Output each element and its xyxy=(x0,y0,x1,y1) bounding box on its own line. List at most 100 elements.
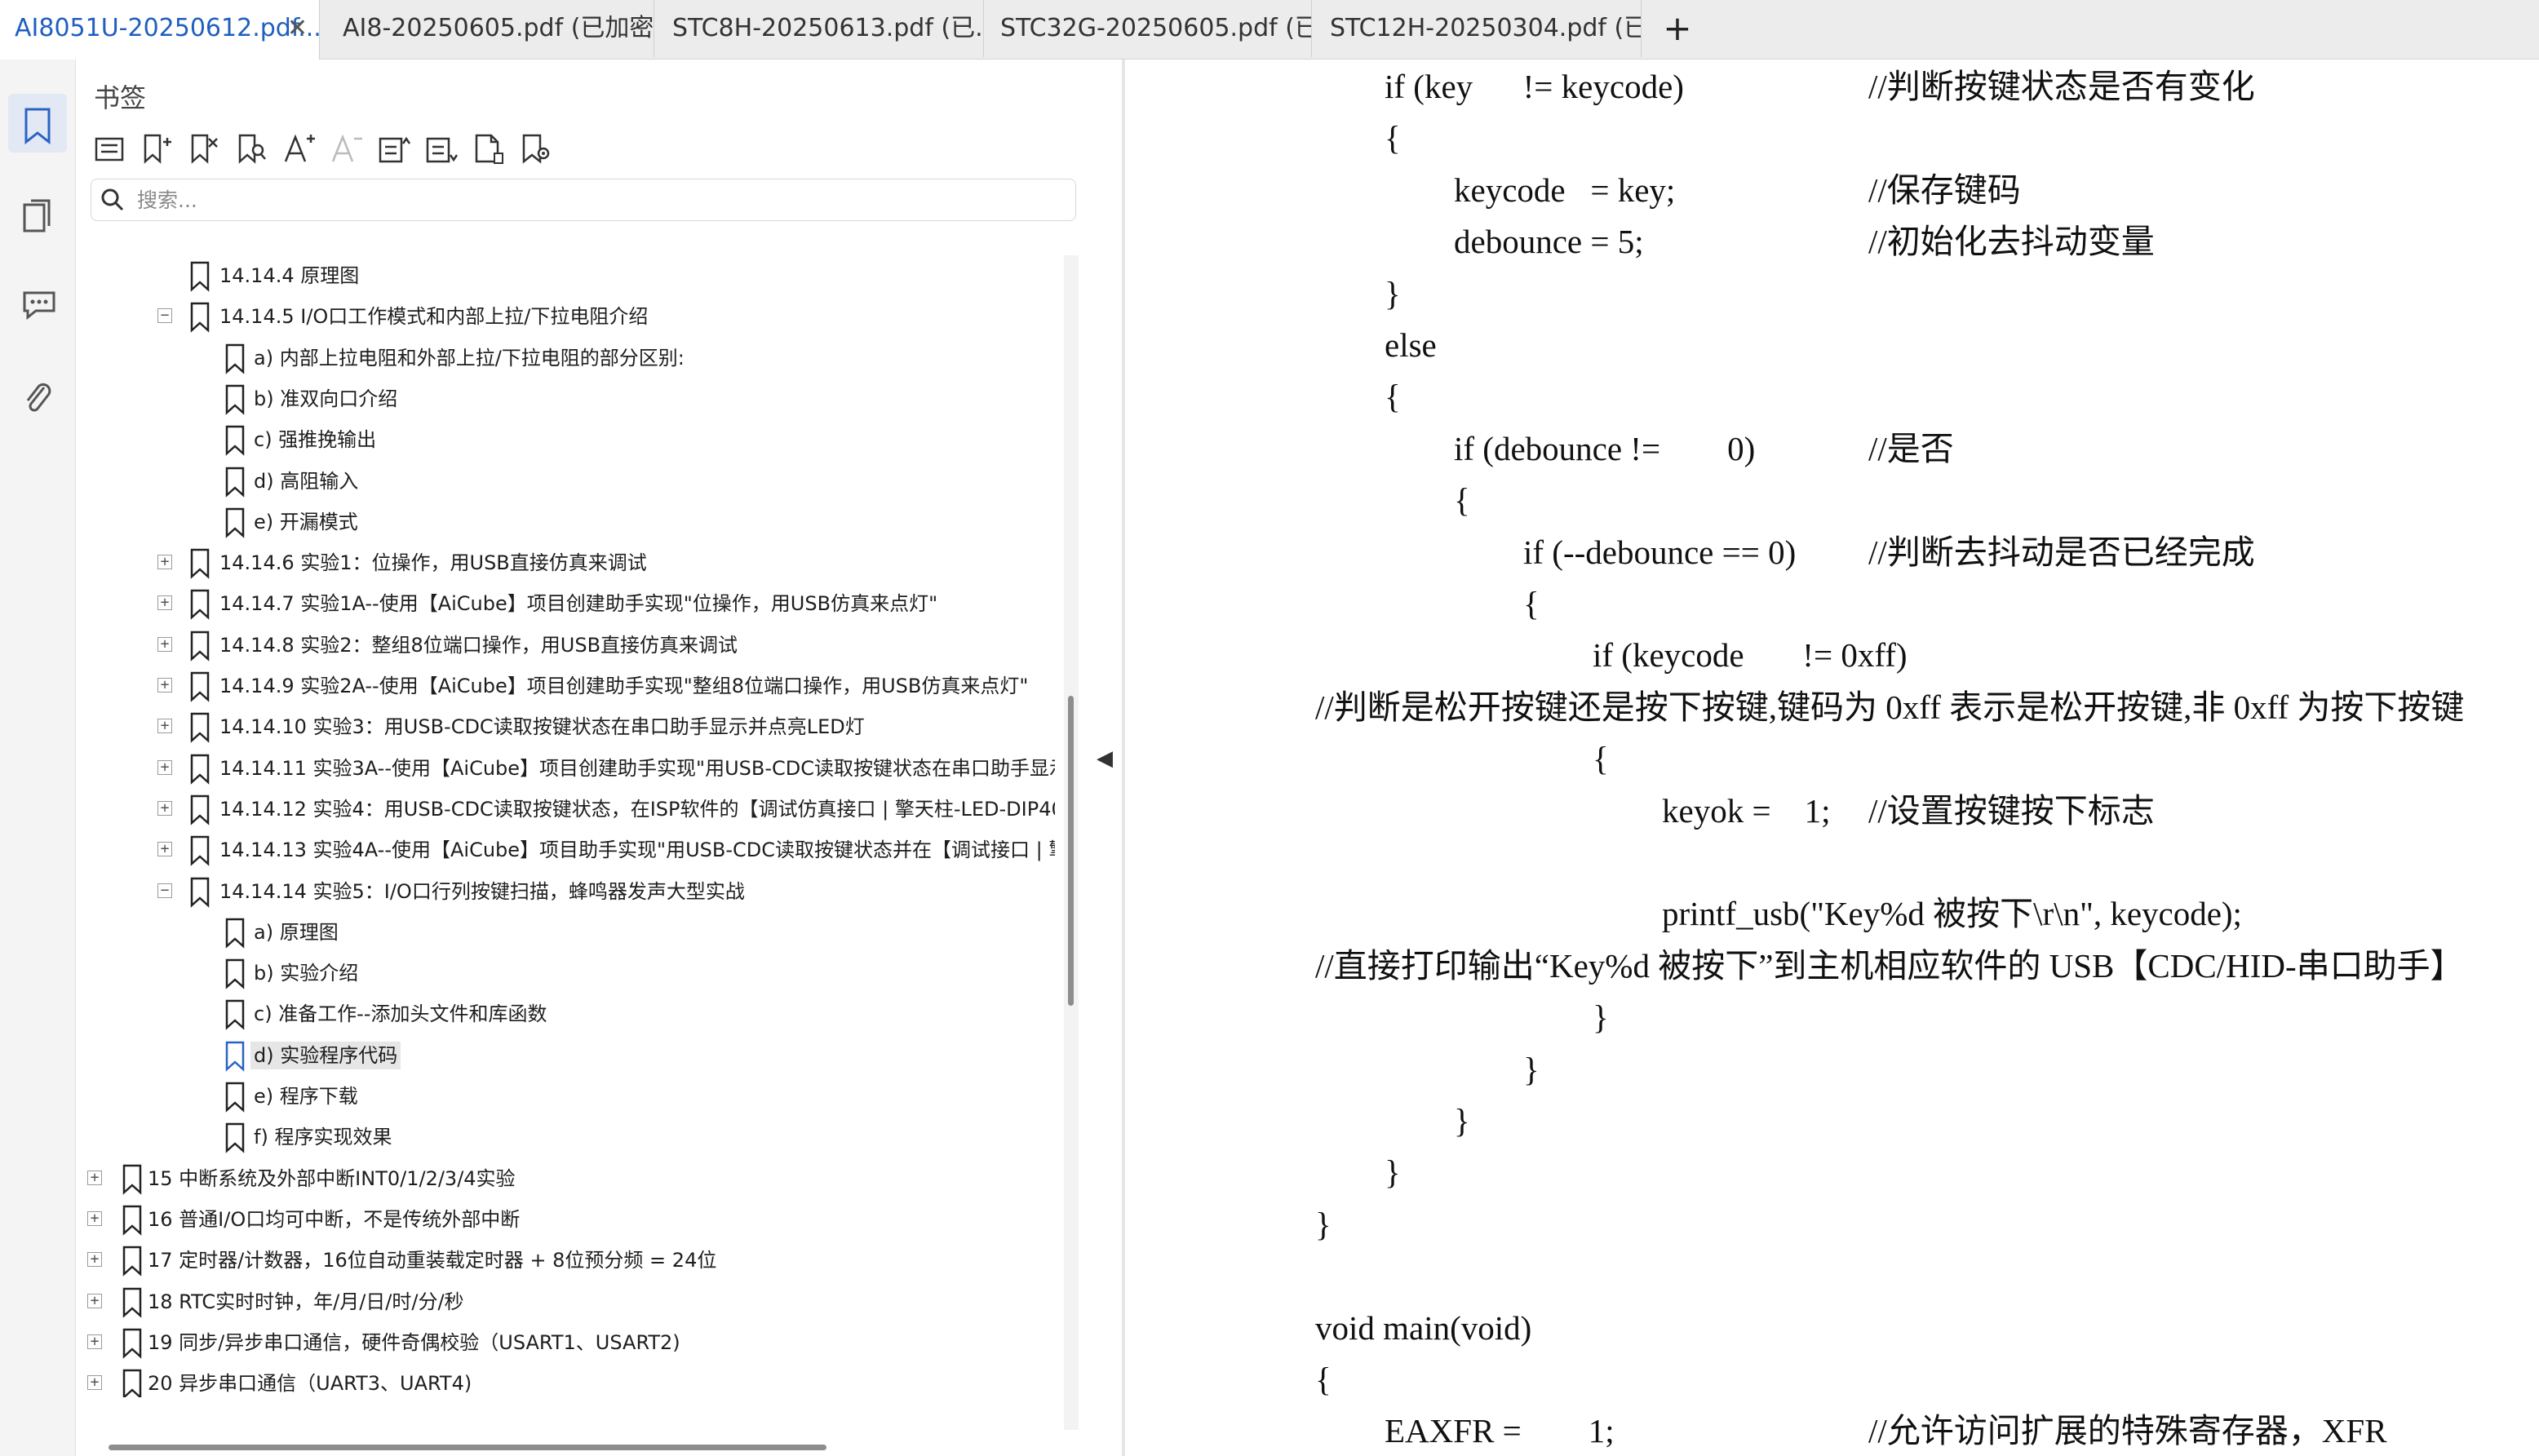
bookmark-item[interactable]: 14.14.4 原理图 xyxy=(76,255,1055,296)
add-tab-button[interactable]: + xyxy=(1661,0,1694,57)
bookmark-icon xyxy=(224,507,246,538)
code-comment: //设置按键按下标志 xyxy=(1868,791,2155,830)
tab-stc8h[interactable]: STC8H-20250613.pdf (已... xyxy=(658,0,984,57)
code-line: } xyxy=(1385,274,1401,312)
vertical-scroll-thumb[interactable] xyxy=(1068,696,1074,1006)
expand-icon[interactable]: + xyxy=(157,636,172,652)
bookmark-label: b) 准双向口介绍 xyxy=(254,387,398,410)
bookmark-label: 14.14.6 实验1：位操作，用USB直接仿真来调试 xyxy=(219,551,647,575)
tab-ai8[interactable]: AI8-20250605.pdf (已加密) xyxy=(328,0,654,57)
bookmark-item[interactable]: +14.14.8 实验2：整组8位端口操作，用USB直接仿真来调试 xyxy=(76,625,1055,666)
code-line: } xyxy=(1315,1205,1332,1243)
bookmark-item[interactable]: b) 实验介绍 xyxy=(76,953,1055,994)
code-line: printf_usb("Key%d 被按下\r\n", keycode); xyxy=(1662,895,2242,933)
collapse-icon[interactable]: − xyxy=(157,883,172,898)
expand-icon[interactable]: + xyxy=(87,1375,102,1391)
expand-icon[interactable]: + xyxy=(157,842,172,857)
bookmark-icon xyxy=(224,918,246,949)
close-tab-icon[interactable]: ✕ xyxy=(287,0,308,57)
tab-stc12h[interactable]: STC12H-20250304.pdf (已... xyxy=(1315,0,1642,57)
bookmark-label: 14.14.8 实验2：整组8位端口操作，用USB直接仿真来调试 xyxy=(219,633,738,657)
bookmark-item[interactable]: +14.14.7 实验1A--使用【AiCube】项目创建助手实现"位操作，用U… xyxy=(76,583,1055,624)
delete-bookmark-icon[interactable] xyxy=(184,128,224,169)
bookmark-icon xyxy=(189,835,210,866)
tab-stc32g[interactable]: STC32G-20250605.pdf (已... xyxy=(986,0,1312,57)
code-line: { xyxy=(1593,740,1609,778)
bookmark-item[interactable]: +20 异步串口通信（UART3、UART4) xyxy=(76,1363,1055,1397)
bookmark-item[interactable]: − 14.14.14 实验5：I/O口行列按键扫描，蜂鸣器发声大型实战 xyxy=(76,871,1055,912)
bookmark-item[interactable]: +19 同步/异步串口通信，硬件奇偶校验（USART1、USART2) xyxy=(76,1322,1055,1363)
panel-title: 书签 xyxy=(94,82,147,113)
expand-icon[interactable]: + xyxy=(157,800,172,816)
bookmark-icon xyxy=(189,261,210,292)
collapse-all-icon[interactable] xyxy=(373,128,414,169)
bookmark-icon xyxy=(224,343,246,374)
expand-icon[interactable]: + xyxy=(157,719,172,734)
bookmark-icon[interactable] xyxy=(8,94,67,153)
search-field[interactable] xyxy=(91,179,1076,221)
bookmark-item[interactable]: +16 普通I/O口均可中断，不是传统外部中断 xyxy=(76,1199,1055,1240)
bookmark-item[interactable]: +14.14.11 实验3A--使用【AiCube】项目创建助手实现"用USB-… xyxy=(76,748,1055,789)
horizontal-scroll-thumb[interactable] xyxy=(109,1445,826,1450)
bookmark-label: 18 RTC实时时钟，年/月/日/时/分/秒 xyxy=(148,1290,464,1313)
bookmark-item[interactable]: +15 中断系统及外部中断INT0/1/2/3/4实验 xyxy=(76,1158,1055,1199)
bookmark-item[interactable]: e) 程序下载 xyxy=(76,1076,1055,1117)
collapse-icon[interactable]: − xyxy=(157,308,172,324)
expand-icon[interactable]: + xyxy=(87,1293,102,1308)
bookmark-settings-icon[interactable] xyxy=(515,128,556,169)
bookmark-list-icon[interactable] xyxy=(89,128,130,169)
add-bookmark-icon[interactable] xyxy=(136,128,177,169)
bookmark-item[interactable]: +18 RTC实时时钟，年/月/日/时/分/秒 xyxy=(76,1281,1055,1322)
bookmark-page-icon[interactable] xyxy=(467,128,508,169)
bookmark-label: 17 定时器/计数器，16位自动重装载定时器 + 8位预分频 = 24位 xyxy=(148,1249,717,1272)
search-icon xyxy=(101,188,124,211)
bookmark-item[interactable]: +14.14.10 实验3：用USB-CDC读取按键状态在串口助手显示并点亮LE… xyxy=(76,706,1055,747)
code-comment: //判断去抖动是否已经完成 xyxy=(1868,533,2255,571)
bookmark-item[interactable]: +14.14.13 实验4A--使用【AiCube】项目助手实现"用USB-CD… xyxy=(76,830,1055,870)
bookmark-item[interactable]: d) 高阻输入 xyxy=(76,461,1055,502)
expand-icon[interactable]: + xyxy=(87,1170,102,1185)
pages-icon[interactable] xyxy=(8,185,67,244)
expand-icon[interactable]: + xyxy=(157,759,172,775)
tab-ai8051u[interactable]: AI8051U-20250612.pdf... ✕ xyxy=(0,0,320,60)
expand-icon[interactable]: + xyxy=(87,1334,102,1349)
collapse-panel-icon[interactable]: ◀ xyxy=(1093,742,1116,775)
bookmark-icon xyxy=(122,1369,143,1397)
attachment-icon[interactable] xyxy=(8,366,67,425)
bookmark-item[interactable]: e) 开漏模式 xyxy=(76,502,1055,542)
expand-icon[interactable]: + xyxy=(157,678,172,693)
bookmark-item[interactable]: c) 强推挽输出 xyxy=(76,419,1055,460)
comment-icon[interactable] xyxy=(8,275,67,334)
bookmark-item[interactable]: a) 内部上拉电阻和外部上拉/下拉电阻的部分区别: xyxy=(76,338,1055,378)
panel-splitter[interactable] xyxy=(1122,60,1125,1456)
expand-all-icon[interactable] xyxy=(420,128,461,169)
bookmark-icon xyxy=(189,794,210,825)
code-line: { xyxy=(1385,119,1401,157)
code-line: { xyxy=(1454,481,1470,520)
bookmark-label: d) 高阻输入 xyxy=(254,469,359,493)
bookmark-item[interactable]: +14.14.9 实验2A--使用【AiCube】项目创建助手实现"整组8位端口… xyxy=(76,666,1055,706)
expand-icon[interactable]: + xyxy=(157,595,172,611)
bookmark-item[interactable]: a) 原理图 xyxy=(76,912,1055,953)
bookmark-item[interactable]: +14.14.6 实验1：位操作，用USB直接仿真来调试 xyxy=(76,542,1055,583)
decrease-font-icon[interactable] xyxy=(326,128,366,169)
search-input[interactable] xyxy=(135,184,1069,215)
bookmark-item[interactable]: +17 定时器/计数器，16位自动重装载定时器 + 8位预分频 = 24位 xyxy=(76,1240,1055,1281)
increase-font-icon[interactable] xyxy=(278,128,319,169)
bookmark-label: 14.14.10 实验3：用USB-CDC读取按键状态在串口助手显示并点亮LED… xyxy=(219,715,865,739)
expand-icon[interactable]: + xyxy=(157,555,172,570)
bookmark-item[interactable]: f) 程序实现效果 xyxy=(76,1117,1055,1157)
bookmark-item[interactable]: +14.14.12 实验4：用USB-CDC读取按键状态，在ISP软件的【调试仿… xyxy=(76,789,1055,830)
expand-icon[interactable]: + xyxy=(87,1210,102,1226)
bookmark-item[interactable]: − 14.14.5 I/O口工作模式和内部上拉/下拉电阻介绍 xyxy=(76,296,1055,337)
code-line: EAXFR = 1; xyxy=(1385,1412,1615,1450)
bookmark-item[interactable]: d) 实验程序代码 xyxy=(76,1035,1055,1076)
bookmark-item[interactable]: b) 准双向口介绍 xyxy=(76,378,1055,419)
find-bookmark-icon[interactable] xyxy=(231,128,272,169)
vertical-scrollbar[interactable] xyxy=(1064,255,1079,1430)
bookmark-item[interactable]: c) 准备工作--添加头文件和库函数 xyxy=(76,994,1055,1034)
expand-icon[interactable]: + xyxy=(87,1252,102,1268)
tab-label: STC12H-20250304.pdf (已... xyxy=(1330,14,1642,42)
bookmark-label: 14.14.14 实验5：I/O口行列按键扫描，蜂鸣器发声大型实战 xyxy=(219,879,745,903)
code-comment: //允许访问扩展的特殊寄存器，XFR xyxy=(1868,1412,2387,1450)
